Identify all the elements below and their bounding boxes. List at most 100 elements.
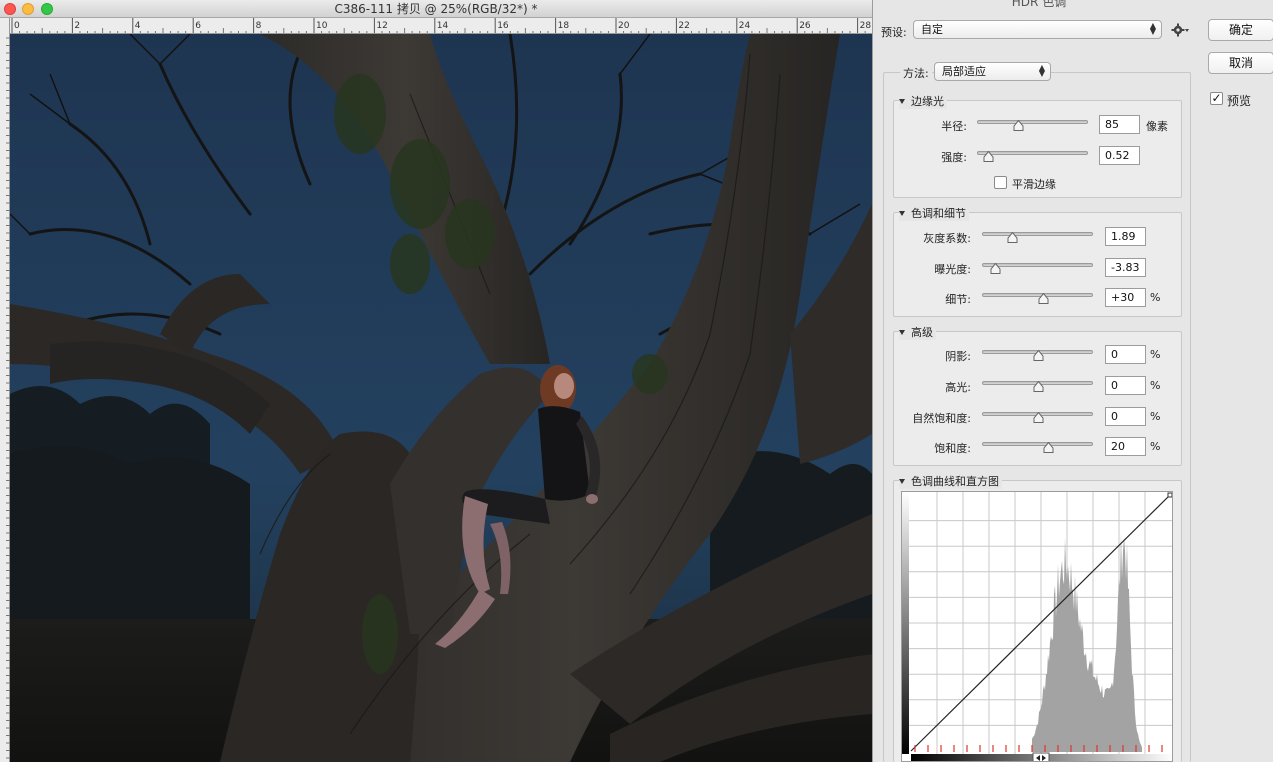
saturation-unit: % xyxy=(1150,440,1161,453)
gamma-slider[interactable] xyxy=(982,231,1093,243)
highlight-unit: % xyxy=(1150,379,1161,392)
strength-slider[interactable] xyxy=(977,150,1088,162)
ruler-tick-label: 22 xyxy=(678,21,689,31)
ruler-tick-label: 18 xyxy=(558,21,570,31)
strength-input[interactable]: 0.52 xyxy=(1099,146,1140,165)
document-titlebar[interactable]: C386-111 拷贝 @ 25%(RGB/32*) * xyxy=(0,0,872,18)
preview-checkbox[interactable]: ✓ xyxy=(1210,92,1223,105)
exposure-label: 曝光度: xyxy=(934,263,971,276)
checkmark-icon: ✓ xyxy=(1211,91,1222,105)
slider-thumb[interactable] xyxy=(983,147,994,162)
shadow-slider[interactable] xyxy=(982,349,1093,361)
radius-label: 半径: xyxy=(941,120,967,133)
histogram-fill xyxy=(1032,533,1142,752)
ruler-tick-label: 26 xyxy=(799,21,811,31)
gear-icon[interactable] xyxy=(1170,21,1190,39)
photo-tree-scene xyxy=(10,34,872,762)
ruler-ticks: 0 2 4 6 8 10 12 14 16 18 20 22 24 26 28 xyxy=(11,18,872,33)
ok-button[interactable]: 确定 xyxy=(1208,19,1273,41)
ruler-tick-label: 20 xyxy=(618,21,630,31)
vibrance-unit: % xyxy=(1150,410,1161,423)
preview-label: 预览 xyxy=(1227,94,1252,108)
advanced-header[interactable]: 高级 xyxy=(899,324,936,340)
detail-label: 细节: xyxy=(945,293,971,306)
method-select[interactable]: 局部适应 ▲ ▼ xyxy=(934,62,1051,81)
slider-thumb[interactable] xyxy=(1038,289,1049,304)
highlight-slider[interactable] xyxy=(982,380,1093,392)
vertical-ruler[interactable] xyxy=(0,18,10,762)
up-down-arrows-icon: ▲ ▼ xyxy=(1038,63,1045,78)
shadow-unit: % xyxy=(1150,348,1161,361)
smooth-edges-checkbox[interactable] xyxy=(994,176,1007,189)
exposure-slider[interactable] xyxy=(982,262,1093,274)
gamma-input[interactable]: 1.89 xyxy=(1105,227,1146,246)
ruler-tick-label: 6 xyxy=(195,21,201,31)
tone-detail-title: 色调和细节 xyxy=(911,207,966,220)
smooth-edges-label: 平滑边缘 xyxy=(1012,178,1056,191)
edge-glow-header[interactable]: 边缘光 xyxy=(899,93,947,109)
gamma-label: 灰度系数: xyxy=(923,232,971,245)
horizontal-ruler[interactable]: 0 2 4 6 8 10 12 14 16 18 20 22 24 26 28 xyxy=(10,18,872,34)
radius-input[interactable]: 85 xyxy=(1099,115,1140,134)
method-select-value: 局部适应 xyxy=(942,65,986,78)
detail-slider[interactable] xyxy=(982,292,1093,304)
disclosure-triangle-icon xyxy=(899,330,905,335)
preset-select[interactable]: 自定 ▲ ▼ xyxy=(913,20,1162,39)
exposure-input[interactable]: -3.83 xyxy=(1105,258,1146,277)
ruler-tick-label: 8 xyxy=(256,21,262,31)
method-label: 方法: xyxy=(900,65,932,81)
document-window: C386-111 拷贝 @ 25%(RGB/32*) * 0 2 4 6 8 10 12 14… xyxy=(0,0,872,762)
saturation-slider[interactable] xyxy=(982,441,1093,453)
slider-thumb[interactable] xyxy=(1007,228,1018,243)
strength-label: 强度: xyxy=(941,151,967,164)
detail-input[interactable]: +30 xyxy=(1105,288,1146,307)
ruler-tick-label: 24 xyxy=(739,21,751,31)
curve-title: 色调曲线和直方图 xyxy=(911,475,999,488)
edge-glow-title: 边缘光 xyxy=(911,95,944,108)
dialog-title: HDR 色调 xyxy=(1011,0,1067,9)
highlight-input[interactable]: 0 xyxy=(1105,376,1146,395)
slider-thumb[interactable] xyxy=(990,259,1001,274)
advanced-title: 高级 xyxy=(911,326,933,339)
preset-label: 预设: xyxy=(881,26,907,39)
disclosure-triangle-icon xyxy=(899,99,905,104)
up-down-arrows-icon: ▲ ▼ xyxy=(1149,21,1156,36)
vibrance-label: 自然饱和度: xyxy=(912,412,971,425)
tone-detail-header[interactable]: 色调和细节 xyxy=(899,205,969,221)
slider-thumb[interactable] xyxy=(1033,377,1044,392)
curve-header[interactable]: 色调曲线和直方图 xyxy=(899,473,1002,489)
slider-arrow-handle xyxy=(1032,752,1050,761)
curve-graph xyxy=(902,492,1172,761)
ruler-tick-label: 16 xyxy=(497,21,509,31)
ruler-tick-label: 2 xyxy=(74,21,80,31)
radius-unit: 像素 xyxy=(1146,120,1168,133)
ruler-tick-label: 12 xyxy=(376,21,387,31)
cancel-button[interactable]: 取消 xyxy=(1208,52,1273,74)
shadow-label: 阴影: xyxy=(945,350,971,363)
curve-endpoint-handle xyxy=(1167,492,1172,498)
disclosure-triangle-icon xyxy=(899,211,905,216)
disclosure-triangle-icon xyxy=(899,479,905,484)
vertical-ruler-ticks xyxy=(6,37,10,759)
document-title: C386-111 拷贝 @ 25%(RGB/32*) * xyxy=(334,2,538,16)
ruler-tick-label: 4 xyxy=(135,21,141,31)
vibrance-input[interactable]: 0 xyxy=(1105,407,1146,426)
ruler-tick-label: 14 xyxy=(437,21,449,31)
slider-thumb[interactable] xyxy=(1033,346,1044,361)
detail-unit: % xyxy=(1150,291,1161,304)
radius-slider[interactable] xyxy=(977,119,1088,131)
slider-thumb[interactable] xyxy=(1033,408,1044,423)
slider-thumb[interactable] xyxy=(1013,116,1024,131)
shadow-input[interactable]: 0 xyxy=(1105,345,1146,364)
ruler-tick-label: 10 xyxy=(316,21,328,31)
highlight-label: 高光: xyxy=(945,381,971,394)
tone-curve-histogram[interactable] xyxy=(901,491,1173,762)
saturation-input[interactable]: 20 xyxy=(1105,437,1146,456)
slider-thumb[interactable] xyxy=(1043,438,1054,453)
ruler-tick-label: 0 xyxy=(14,21,20,31)
image-canvas[interactable] xyxy=(10,34,872,762)
vibrance-slider[interactable] xyxy=(982,411,1093,423)
preset-select-value: 自定 xyxy=(921,23,943,36)
ruler-tick-label: 28 xyxy=(860,21,872,31)
saturation-label: 饱和度: xyxy=(934,442,971,455)
